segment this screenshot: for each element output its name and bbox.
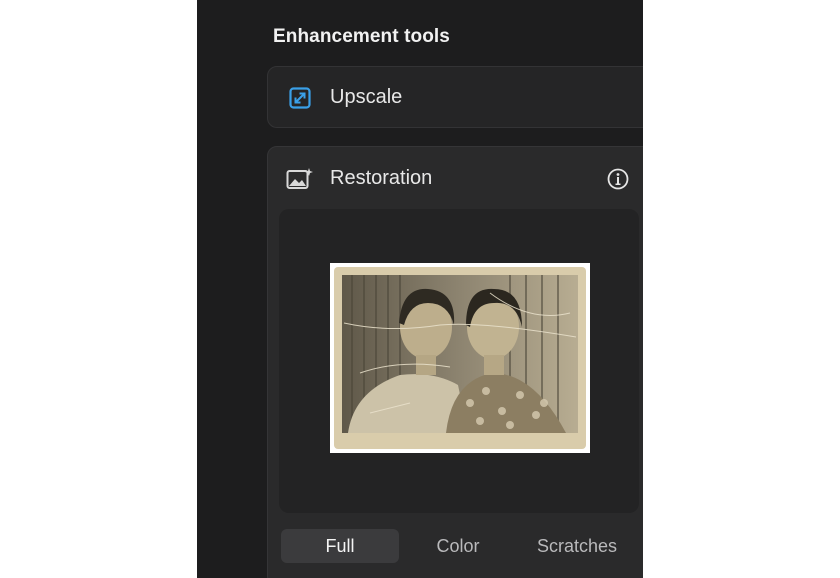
restoration-preview [279, 209, 639, 513]
mode-color-tab[interactable]: Color [399, 529, 517, 563]
upscale-tool-card[interactable]: Upscale [267, 66, 643, 128]
info-icon[interactable] [607, 168, 629, 190]
image-sparkle-icon [286, 167, 314, 191]
upscale-icon [289, 87, 311, 109]
preview-photo [330, 263, 590, 453]
upscale-label: Upscale [330, 86, 403, 108]
mode-scratches-tab[interactable]: Scratches [517, 529, 637, 563]
restoration-tool-card[interactable]: Restoration Full Color Scratches [267, 146, 643, 578]
restoration-label: Restoration [330, 167, 433, 189]
restoration-mode-selector: Full Color Scratches [279, 529, 643, 565]
mode-full-tab[interactable]: Full [281, 529, 399, 563]
enhancement-panel: Enhancement tools Upscale Restoration Fu… [197, 0, 643, 578]
section-title: Enhancement tools [273, 26, 450, 47]
